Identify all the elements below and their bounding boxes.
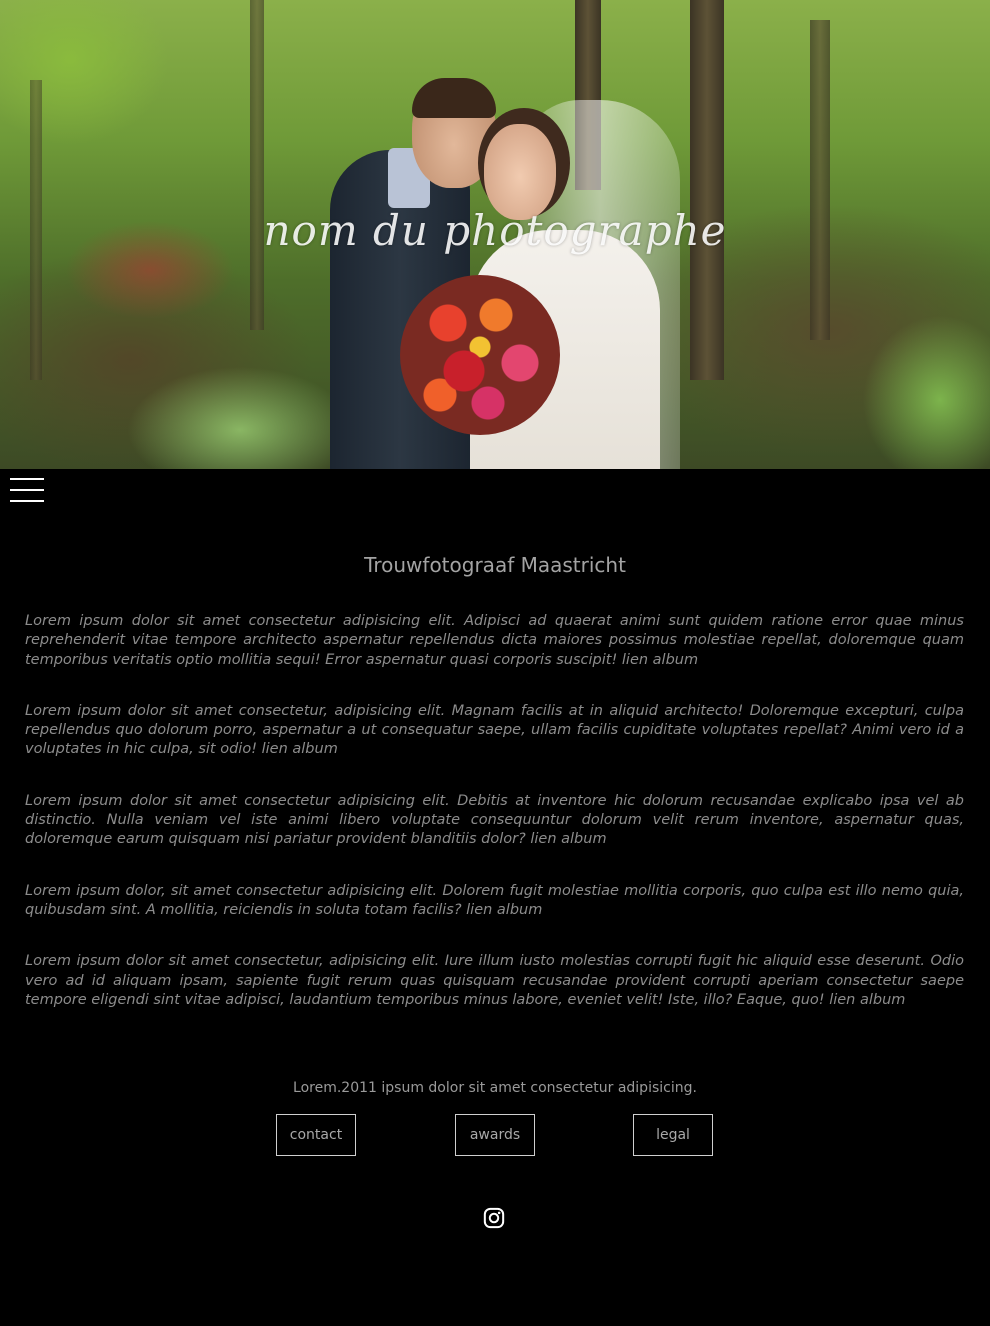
contact-button[interactable]: contact <box>276 1114 356 1156</box>
content-text: Lorem ipsum dolor sit amet consectetur a… <box>25 612 964 1042</box>
instagram-icon[interactable] <box>483 1207 505 1229</box>
photographer-name-logo: nom du photographe <box>263 206 727 255</box>
paragraph: Lorem ipsum dolor, sit amet consectetur … <box>25 882 964 918</box>
paragraph: Lorem ipsum dolor sit amet consectetur a… <box>25 792 964 848</box>
legal-button[interactable]: legal <box>633 1114 713 1156</box>
footer-copyright: Lorem.2011 ipsum dolor sit amet consecte… <box>293 1080 697 1096</box>
paragraph: Lorem ipsum dolor sit amet consectetur a… <box>25 613 964 668</box>
hero-banner: nom du photographe <box>0 0 990 469</box>
awards-button[interactable]: awards <box>455 1114 535 1156</box>
hamburger-menu-icon[interactable] <box>10 478 44 502</box>
paragraph: Lorem ipsum dolor sit amet consectetur, … <box>25 702 964 758</box>
paragraph: Lorem ipsum dolor sit amet consectetur, … <box>25 953 964 1008</box>
page-title: Trouwfotograaf Maastricht <box>364 553 626 577</box>
